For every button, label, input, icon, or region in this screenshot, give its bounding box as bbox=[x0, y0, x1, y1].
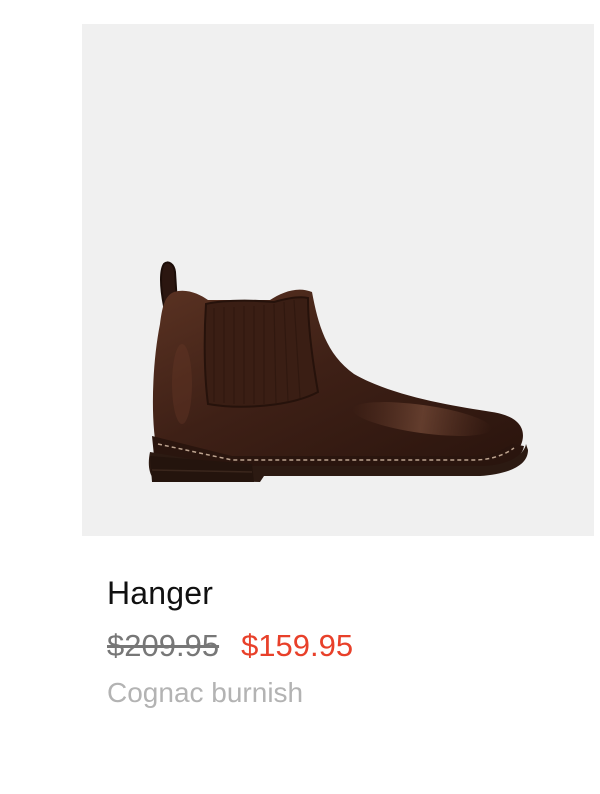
product-info: Hanger $209.95 $159.95 Cognac burnish bbox=[107, 572, 587, 712]
color-name: Cognac burnish bbox=[107, 677, 304, 708]
chelsea-boot-image bbox=[148, 261, 529, 482]
product-card: Hanger $209.95 $159.95 Cognac burnish bbox=[0, 0, 600, 794]
product-image-link[interactable] bbox=[82, 24, 594, 536]
product-name[interactable]: Hanger bbox=[107, 572, 587, 614]
price-row: $209.95 $159.95 bbox=[107, 626, 587, 666]
original-price: $209.95 bbox=[107, 628, 220, 663]
sale-price: $159.95 bbox=[241, 628, 354, 663]
